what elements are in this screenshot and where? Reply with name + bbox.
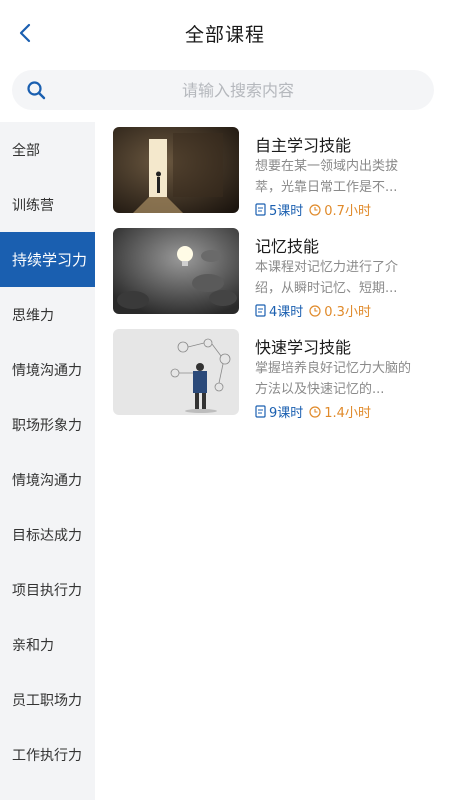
sidebar-item-project-execution[interactable]: 项目执行力 (0, 562, 95, 617)
sidebar-item-label: 亲和力 (12, 637, 54, 654)
course-meta: 9课时 1.4小时 (255, 402, 371, 421)
sidebar-item-label: 职场形象力 (12, 417, 82, 434)
sidebar-item-situational-communication-2[interactable]: 情境沟通力 (0, 452, 95, 507)
document-icon (255, 203, 266, 216)
clock-icon (309, 203, 321, 216)
lesson-count: 4课时 (269, 305, 304, 320)
course-thumbnail (113, 329, 239, 415)
sidebar-item-all[interactable]: 全部 (0, 122, 95, 177)
sidebar-item-label: 项目执行力 (12, 582, 82, 599)
page-title: 全部课程 (184, 24, 265, 46)
duration: 0.7小时 (324, 204, 371, 219)
course-thumbnail (113, 228, 239, 314)
sidebar-item-label: 员工职场力 (12, 692, 82, 709)
course-title: 记忆技能 (255, 237, 320, 256)
sidebar-item-label: 情境沟通力 (12, 472, 82, 489)
sidebar-item-label: 持续学习力 (12, 251, 88, 269)
sidebar-item-work-execution[interactable]: 工作执行力 (0, 727, 95, 782)
category-sidebar: 全部 训练营 持续学习力 思维力 情境沟通力 职场形象力 情境沟通力 目标达成力… (0, 122, 95, 800)
duration: 0.3小时 (324, 305, 371, 320)
sidebar-item-situational-communication[interactable]: 情境沟通力 (0, 342, 95, 397)
clock-icon (309, 405, 321, 418)
sidebar-item-training-camp[interactable]: 训练营 (0, 177, 95, 232)
search-icon (27, 81, 46, 100)
header-bar: 全部课程 (0, 0, 450, 64)
sidebar-item-label: 工作执行力 (12, 747, 82, 764)
document-icon (255, 304, 266, 317)
course-description: 掌握培养良好记忆力大脑的方法以及快速记忆的... (255, 361, 412, 397)
search-bar[interactable] (12, 70, 434, 110)
course-card[interactable]: 快速学习技能 掌握培养良好记忆力大脑的方法以及快速记忆的... 9课时 1.4小… (113, 329, 443, 421)
document-icon (255, 405, 266, 418)
sidebar-item-affinity[interactable]: 亲和力 (0, 617, 95, 672)
sidebar-item-continuous-learning[interactable]: 持续学习力 (0, 232, 95, 287)
search-input[interactable] (62, 70, 414, 110)
sidebar-item-label: 情境沟通力 (12, 362, 82, 379)
clock-icon (309, 304, 321, 317)
duration: 1.4小时 (324, 406, 371, 421)
sidebar-item-employee-workplace[interactable]: 员工职场力 (0, 672, 95, 727)
course-meta: 4课时 0.3小时 (255, 301, 371, 320)
course-description: 本课程对记忆力进行了介绍，从瞬时记忆、短期... (255, 260, 399, 296)
sidebar-item-label: 全部 (12, 142, 40, 159)
lesson-count: 9课时 (269, 406, 304, 421)
course-thumbnail (113, 127, 239, 213)
sidebar-item-label: 目标达成力 (12, 527, 82, 544)
sidebar-item-workplace-image[interactable]: 职场形象力 (0, 397, 95, 452)
course-description: 想要在某一领域内出类拔萃，光靠日常工作是不... (255, 159, 399, 195)
sidebar-item-goal-achievement[interactable]: 目标达成力 (0, 507, 95, 562)
course-title: 自主学习技能 (255, 136, 352, 155)
course-meta: 5课时 0.7小时 (255, 200, 371, 219)
sidebar-item-label: 思维力 (12, 307, 54, 324)
course-list: 自主学习技能 想要在某一领域内出类拔萃，光靠日常工作是不... 5课时 0.7小… (95, 122, 450, 800)
course-title: 快速学习技能 (255, 338, 352, 357)
course-card[interactable]: 自主学习技能 想要在某一领域内出类拔萃，光靠日常工作是不... 5课时 0.7小… (113, 127, 443, 219)
sidebar-item-label: 训练营 (12, 197, 54, 214)
course-card[interactable]: 记忆技能 本课程对记忆力进行了介绍，从瞬时记忆、短期... 4课时 0.3小时 (113, 228, 443, 320)
sidebar-item-thinking[interactable]: 思维力 (0, 287, 95, 342)
lesson-count: 5课时 (269, 204, 304, 219)
